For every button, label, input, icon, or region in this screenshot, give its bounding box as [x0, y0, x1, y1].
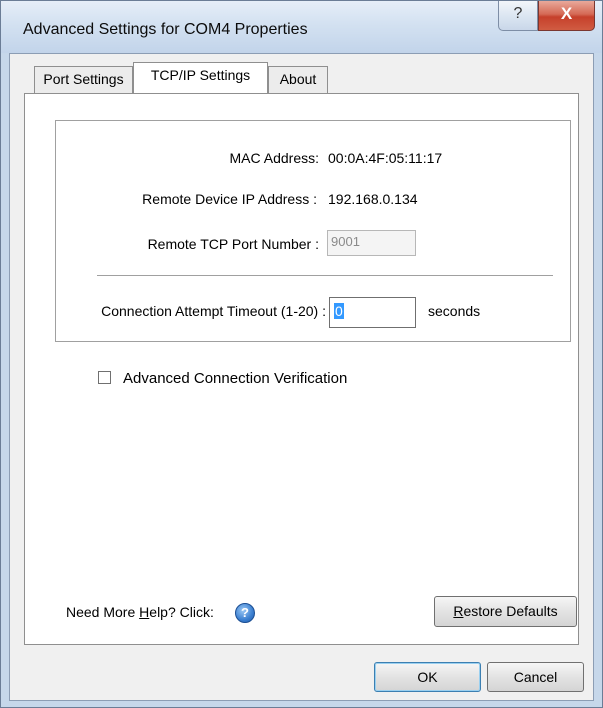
help-icon-glyph: ?	[241, 605, 249, 620]
timeout-unit-label: seconds	[428, 303, 481, 319]
restore-hotkey: R	[453, 603, 464, 619]
mac-address-label: MAC Address:	[229, 150, 319, 166]
group-separator	[97, 275, 553, 277]
timeout-label: Connection Attempt Timeout (1-20) :	[101, 303, 326, 319]
ok-button[interactable]: OK	[374, 662, 481, 692]
remote-port-field: 9001	[327, 230, 416, 256]
tab-label: Port Settings	[43, 71, 124, 87]
timeout-input-value: 0	[334, 303, 344, 319]
remote-ip-label: Remote Device IP Address :	[142, 191, 317, 207]
title-help-button[interactable]: ?	[498, 1, 538, 31]
title-bar[interactable]: Advanced Settings for COM4 Properties ? …	[1, 1, 602, 53]
tab-label: About	[279, 71, 317, 87]
advanced-verification-checkbox[interactable]	[98, 371, 111, 384]
tab-about[interactable]: About	[268, 66, 328, 93]
tab-tcpip-settings[interactable]: TCP/IP Settings	[133, 62, 268, 93]
remote-port-label: Remote TCP Port Number :	[147, 236, 319, 252]
remote-port-value: 9001	[331, 234, 360, 249]
restore-defaults-button[interactable]: Restore Defaults	[434, 596, 577, 627]
cancel-button[interactable]: Cancel	[487, 662, 584, 692]
close-icon: X	[560, 4, 573, 23]
restore-label: estore Defaults	[463, 603, 558, 619]
need-help-prefix: Need More	[66, 604, 140, 620]
need-help-hotkey: H	[139, 604, 150, 620]
need-help-suffix: elp? Click:	[149, 604, 214, 620]
need-help-text: Need More Help? Click:	[66, 604, 214, 620]
window-title: Advanced Settings for COM4 Properties	[23, 21, 308, 38]
timeout-input[interactable]: 0	[329, 297, 416, 328]
remote-ip-value: 192.168.0.134	[328, 191, 418, 207]
help-icon[interactable]: ?	[235, 603, 255, 623]
advanced-verification-label[interactable]: Advanced Connection Verification	[123, 370, 347, 387]
question-mark-icon: ?	[513, 5, 523, 22]
tab-label: TCP/IP Settings	[150, 67, 251, 83]
mac-address-value: 00:0A:4F:05:11:17	[328, 150, 443, 166]
tab-port-settings[interactable]: Port Settings	[34, 66, 133, 93]
title-close-button[interactable]: X	[538, 1, 595, 31]
